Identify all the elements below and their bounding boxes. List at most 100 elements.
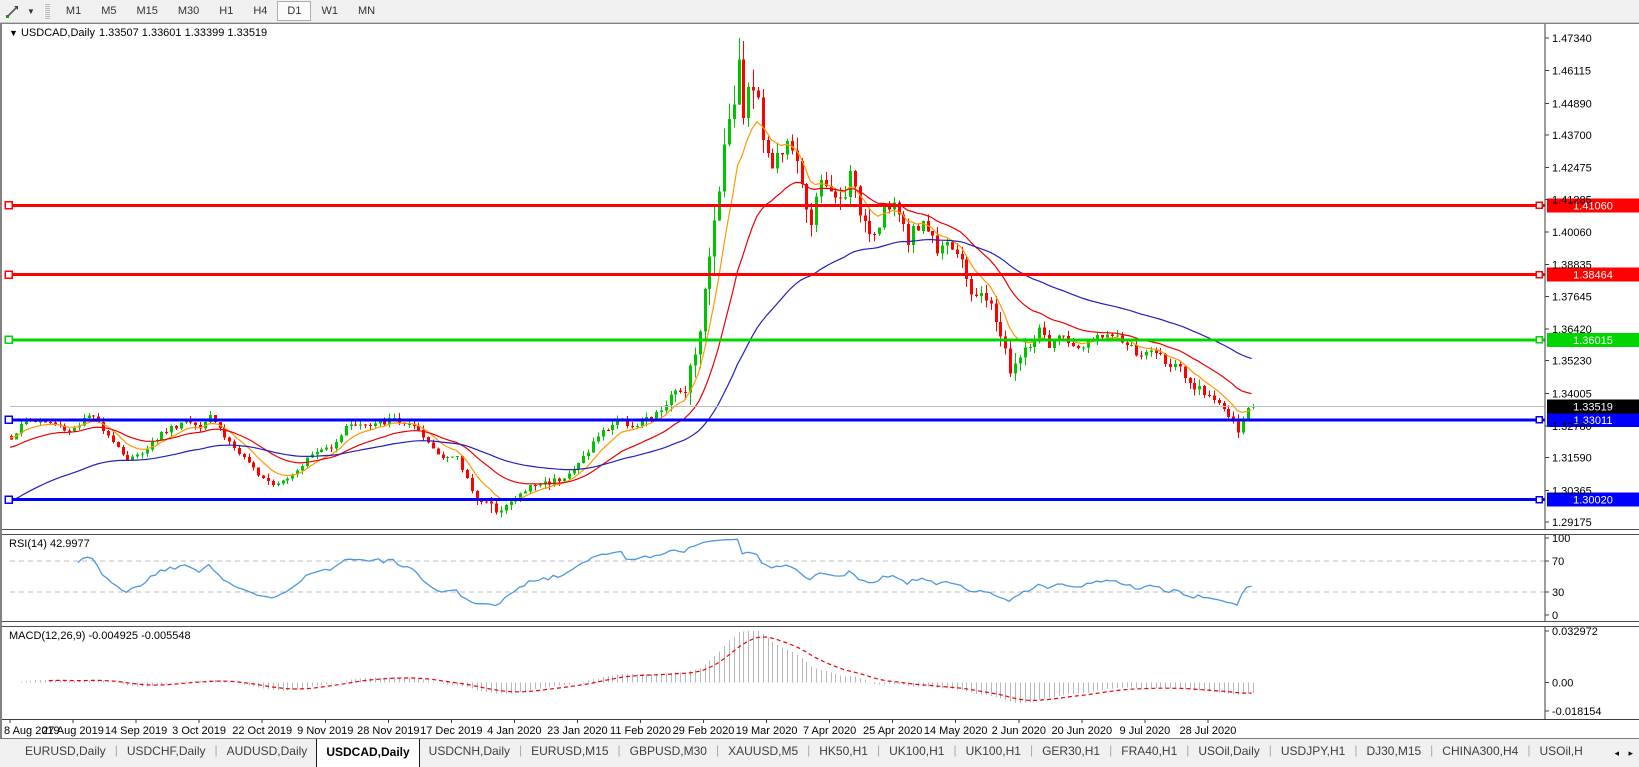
svg-text:2 Jun 2020: 2 Jun 2020 [992, 725, 1046, 737]
svg-text:14 Sep 2019: 14 Sep 2019 [105, 725, 167, 737]
svg-text:20 Jun 2020: 20 Jun 2020 [1052, 725, 1113, 737]
current-price-line: 1.33519 [10, 399, 1639, 413]
hline-1.30020[interactable]: 1.30020 [5, 493, 1639, 507]
ma-21-line [10, 182, 1252, 484]
svg-text:1.33519: 1.33519 [1573, 401, 1613, 413]
candles [10, 38, 1255, 517]
tab-uk100-h1[interactable]: UK100,H1 [880, 739, 953, 767]
hline-1.33011[interactable]: 1.33011 [5, 413, 1639, 427]
timeframe-w1-button[interactable]: W1 [311, 1, 348, 21]
crosshair-pointer-icon[interactable] [2, 2, 22, 20]
svg-text:29 Feb 2020: 29 Feb 2020 [673, 725, 735, 737]
svg-text:30: 30 [1552, 587, 1564, 599]
timeframe-h4-button[interactable]: H4 [243, 1, 277, 21]
rsi-label: RSI(14) 42.9977 [9, 538, 90, 550]
svg-text:1.38835: 1.38835 [1552, 260, 1592, 272]
svg-text:0.032972: 0.032972 [1552, 627, 1598, 638]
svg-text:11 Feb 2020: 11 Feb 2020 [610, 725, 671, 737]
tab-usdcnh-daily[interactable]: USDCNH,Daily [420, 739, 519, 767]
svg-text:1.47340: 1.47340 [1552, 33, 1592, 45]
svg-text:1.35230: 1.35230 [1552, 356, 1592, 368]
tab-usdchf-daily[interactable]: USDCHF,Daily [118, 739, 215, 767]
tab-eurusd-m15[interactable]: EURUSD,M15 [522, 739, 617, 767]
date-axis-line: 8 Aug 201927 Aug 201914 Sep 20193 Oct 20… [2, 719, 1639, 737]
svg-text:70: 70 [1552, 556, 1564, 568]
svg-text:0.00: 0.00 [1552, 678, 1573, 690]
tab-audusd-daily[interactable]: AUDUSD,Daily [218, 739, 317, 767]
macd-signal-line [49, 637, 1252, 701]
tab-eurusd-daily[interactable]: EURUSD,Daily [16, 739, 115, 767]
svg-text:27 Aug 2019: 27 Aug 2019 [42, 725, 104, 737]
hline-1.38464[interactable]: 1.38464 [5, 268, 1639, 282]
tab-usdjpy-h1[interactable]: USDJPY,H1 [1272, 739, 1354, 767]
svg-text:25 Apr 2020: 25 Apr 2020 [863, 725, 922, 737]
date-axis[interactable]: 8 Aug 201927 Aug 201914 Sep 20193 Oct 20… [2, 719, 1639, 740]
tab-fra40-h1[interactable]: FRA40,H1 [1112, 739, 1186, 767]
tab-dj30-m15[interactable]: DJ30,M15 [1357, 739, 1430, 767]
macd-indicator[interactable]: 0.032972 0.00 -0.018154 [2, 627, 1639, 719]
macd-histogram [22, 631, 1254, 703]
svg-text:9 Nov 2019: 9 Nov 2019 [297, 725, 353, 737]
svg-text:1.31590: 1.31590 [1552, 453, 1592, 465]
macd-axis: 0.032972 0.00 -0.018154 [1545, 627, 1602, 719]
symbol-dropdown-icon[interactable]: ▼ [9, 28, 18, 38]
timeframe-buttons: M1M5M15M30H1H4D1W1MN [56, 1, 385, 21]
svg-text:1.43700: 1.43700 [1552, 130, 1592, 142]
chevron-down-icon[interactable]: ▼ [22, 7, 40, 16]
tab-usdcad-daily[interactable]: USDCAD,Daily [316, 738, 419, 767]
tab-usoil-h[interactable]: USOil,H [1530, 739, 1591, 767]
price-chart[interactable]: 1.410601.384641.360151.330111.300201.335… [2, 24, 1639, 529]
tab-hk50-h1[interactable]: HK50,H1 [810, 739, 877, 767]
svg-text:100: 100 [1552, 535, 1570, 545]
symbol-tabbar: EURUSD,Daily|USDCHF,Daily|AUDUSD,DailyUS… [0, 738, 1639, 767]
hline-1.36015[interactable]: 1.36015 [5, 333, 1639, 347]
timeframe-m30-button[interactable]: M30 [168, 1, 209, 21]
toolbar-grip[interactable] [44, 3, 50, 19]
chart-title[interactable]: ▼ USDCAD,Daily1.33507 1.33601 1.33399 1.… [9, 27, 267, 39]
macd-pane: 0.032972 0.00 -0.018154 MACD(12,26,9) -0.0… [2, 627, 1639, 719]
svg-text:1.32780: 1.32780 [1552, 421, 1592, 433]
svg-text:1.30365: 1.30365 [1552, 485, 1592, 497]
tab-xauusd-m5[interactable]: XAUUSD,M5 [719, 739, 807, 767]
timeframe-m15-button[interactable]: M15 [126, 1, 167, 21]
svg-text:7 Apr 2020: 7 Apr 2020 [803, 725, 856, 737]
svg-text:1.36420: 1.36420 [1552, 324, 1592, 336]
timeframe-toolbar: ▼ M1M5M15M30H1H4D1W1MN [0, 0, 1639, 23]
svg-text:4 Jan 2020: 4 Jan 2020 [487, 725, 541, 737]
tab-scroll-left-icon[interactable]: ◂ [1610, 739, 1623, 767]
svg-text:1.42475: 1.42475 [1552, 163, 1592, 175]
tab-uk100-h1[interactable]: UK100,H1 [957, 739, 1030, 767]
svg-text:1.46115: 1.46115 [1552, 66, 1591, 78]
tab-usoil-daily[interactable]: USOil,Daily [1189, 739, 1268, 767]
price-pane: 1.410601.384641.360151.330111.300201.335… [2, 24, 1639, 529]
svg-text:28 Jul 2020: 28 Jul 2020 [1179, 725, 1236, 737]
trading-terminal-window: ▼ M1M5M15M30H1H4D1W1MN 1.410601.384641.3… [0, 0, 1639, 765]
macd-label: MACD(12,26,9) -0.004925 -0.005548 [9, 630, 191, 642]
svg-text:9 Jul 2020: 9 Jul 2020 [1120, 725, 1171, 737]
svg-text:28 Nov 2019: 28 Nov 2019 [357, 725, 419, 737]
rsi-indicator[interactable]: 10070300 [2, 535, 1639, 621]
timeframe-m1-button[interactable]: M1 [56, 1, 91, 21]
tab-gbpusd-m30[interactable]: GBPUSD,M30 [621, 739, 716, 767]
ma-55-line [10, 240, 1252, 502]
svg-text:1.41285: 1.41285 [1552, 194, 1592, 206]
chart-window: 1.410601.384641.360151.330111.300201.335… [0, 23, 1639, 738]
tab-china300-h4[interactable]: CHINA300,H4 [1433, 739, 1527, 767]
rsi-line [78, 539, 1252, 605]
svg-text:1.36015: 1.36015 [1573, 335, 1613, 347]
timeframe-h1-button[interactable]: H1 [209, 1, 243, 21]
svg-text:3 Oct 2019: 3 Oct 2019 [172, 725, 226, 737]
svg-text:22 Oct 2019: 22 Oct 2019 [232, 725, 292, 737]
ma-8-line [10, 122, 1252, 500]
tab-scroll-right-icon[interactable]: ▸ [1624, 739, 1637, 767]
svg-text:1.44890: 1.44890 [1552, 98, 1592, 110]
svg-text:17 Dec 2019: 17 Dec 2019 [420, 725, 482, 737]
svg-text:-0.018154: -0.018154 [1552, 706, 1602, 718]
svg-text:19 Mar 2020: 19 Mar 2020 [736, 725, 798, 737]
tab-ger30-h1[interactable]: GER30,H1 [1033, 739, 1109, 767]
timeframe-d1-button[interactable]: D1 [277, 1, 311, 21]
svg-text:1.29175: 1.29175 [1552, 517, 1592, 529]
svg-text:23 Jan 2020: 23 Jan 2020 [547, 725, 608, 737]
timeframe-mn-button[interactable]: MN [348, 1, 385, 21]
timeframe-m5-button[interactable]: M5 [91, 1, 126, 21]
